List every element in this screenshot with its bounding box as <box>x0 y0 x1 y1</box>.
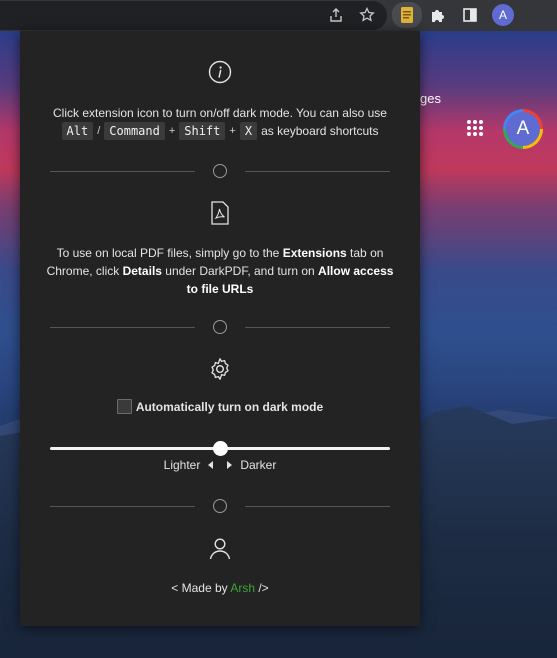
apps-grid-icon[interactable] <box>467 120 483 136</box>
profile-avatar[interactable]: A <box>492 4 514 26</box>
key-x: X <box>239 122 258 140</box>
key-separator: / <box>97 125 101 137</box>
sidebar-icon[interactable] <box>458 3 482 27</box>
section-divider <box>50 499 390 513</box>
darkpdf-popup: Click extension icon to turn on/off dark… <box>20 31 420 626</box>
puzzle-icon[interactable] <box>426 3 450 27</box>
gear-icon <box>207 356 233 382</box>
key-plus: + <box>229 125 236 137</box>
pdf-instructions: To use on local PDF files, simply go to … <box>46 246 394 296</box>
key-alt: Alt <box>61 122 94 140</box>
pdf-file-icon <box>207 200 233 226</box>
key-plus: + <box>168 125 176 137</box>
right-arrow-icon <box>227 461 233 469</box>
star-icon[interactable] <box>355 3 379 27</box>
account-avatar[interactable]: A <box>503 109 543 149</box>
section-divider <box>50 320 390 334</box>
key-shift: Shift <box>179 122 226 140</box>
slider-labels: Lighter Darker <box>20 458 420 472</box>
info-icon <box>207 59 233 85</box>
extension-darkpdf-icon[interactable] <box>392 2 422 28</box>
author-link[interactable]: Arsh <box>230 581 255 595</box>
account-avatar-letter: A <box>506 112 540 146</box>
left-arrow-icon <box>208 461 214 469</box>
auto-dark-mode-checkbox[interactable] <box>116 399 132 414</box>
auto-dark-mode-label[interactable]: Automatically turn on dark mode <box>136 400 323 414</box>
slider-thumb[interactable] <box>213 441 228 456</box>
auto-dark-mode-option[interactable]: Automatically turn on dark mode <box>20 399 420 414</box>
darker-label: Darker <box>240 458 277 472</box>
credit-line: < Made by Arsh /> <box>171 581 269 595</box>
intro-text: Click extension icon to turn on/off dark… <box>53 106 387 120</box>
key-command: Command <box>104 122 165 140</box>
shortcut-suffix: as keyboard shortcuts <box>261 124 379 138</box>
section-divider <box>50 164 390 178</box>
shortcut-row: Alt / Command + Shift + X as keyboard sh… <box>20 122 420 140</box>
user-icon <box>207 535 233 561</box>
images-link[interactable]: ges <box>420 91 441 106</box>
share-icon[interactable] <box>324 3 348 27</box>
browser-toolbar: A <box>0 0 557 31</box>
darkness-slider[interactable] <box>50 441 390 456</box>
lighter-label: Lighter <box>163 458 201 472</box>
